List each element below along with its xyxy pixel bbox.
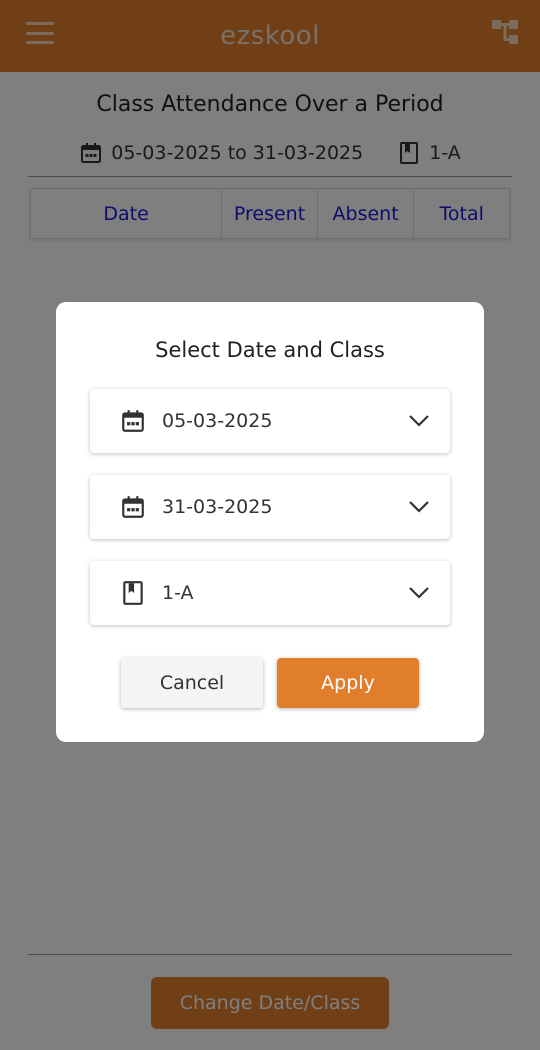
calendar-icon — [120, 494, 146, 520]
class-dropdown[interactable]: 1-A — [90, 561, 450, 625]
cancel-button[interactable]: Cancel — [121, 658, 263, 708]
chevron-down-icon — [408, 414, 430, 428]
end-date-dropdown[interactable]: 31-03-2025 — [90, 475, 450, 539]
calendar-icon — [120, 408, 146, 434]
class-value: 1-A — [162, 582, 194, 604]
chevron-down-icon — [408, 500, 430, 514]
book-icon — [120, 580, 146, 606]
start-date-value: 05-03-2025 — [162, 410, 273, 432]
select-date-class-dialog: Select Date and Class 05-03-2025 31-03-2… — [56, 302, 484, 742]
start-date-dropdown[interactable]: 05-03-2025 — [90, 389, 450, 453]
end-date-value: 31-03-2025 — [162, 496, 273, 518]
dialog-title: Select Date and Class — [155, 338, 385, 362]
apply-button[interactable]: Apply — [277, 658, 419, 708]
chevron-down-icon — [408, 586, 430, 600]
